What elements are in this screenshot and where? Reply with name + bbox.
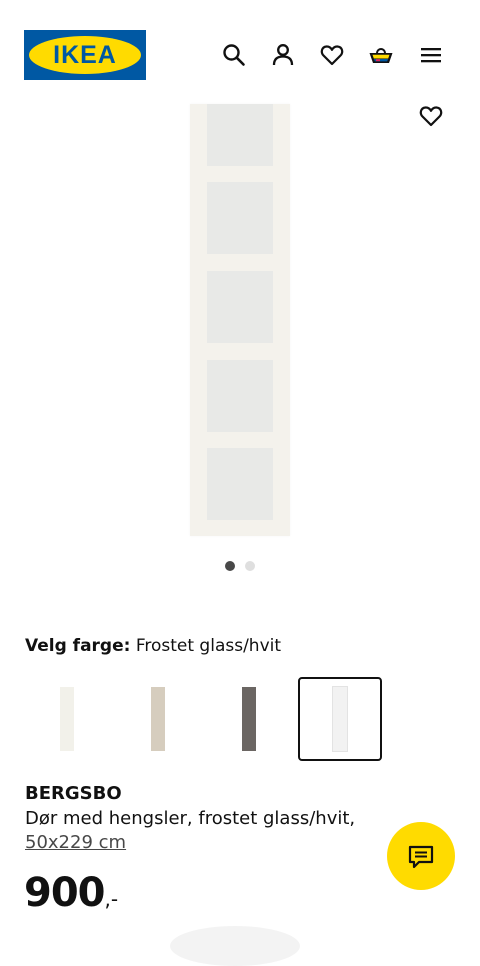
color-value: Frostet glass/hvit: [135, 636, 282, 656]
color-swatch[interactable]: [25, 677, 109, 761]
product-description: Dør med hengsler, frostet glass/hvit,: [25, 808, 356, 829]
glass-pane: [207, 360, 273, 432]
heart-icon[interactable]: [319, 42, 345, 68]
pagination-dot[interactable]: [245, 561, 255, 571]
glass-pane: [207, 448, 273, 520]
add-to-favourites-icon[interactable]: [418, 103, 444, 129]
pagination-dot-active[interactable]: [225, 561, 235, 571]
glass-pane: [207, 182, 273, 254]
product-name: BERGSBO: [25, 783, 122, 804]
price-value: 900: [24, 870, 105, 916]
basket-icon[interactable]: [368, 42, 394, 68]
swatch-door: [151, 687, 165, 751]
color-swatch-selected[interactable]: [298, 677, 382, 761]
search-icon[interactable]: [221, 42, 247, 68]
price-suffix: ,-: [104, 887, 119, 911]
glass-pane: [207, 104, 273, 166]
product-image[interactable]: [0, 100, 480, 540]
color-selector-label: Velg farge: Frostet glass/hvit: [25, 636, 281, 656]
bottom-bar-handle: [170, 926, 300, 966]
swatch-door: [332, 686, 348, 752]
logo-text: IKEA: [53, 41, 117, 69]
menu-icon[interactable]: [418, 42, 444, 68]
product-size-link[interactable]: 50x229 cm: [25, 832, 126, 853]
swatch-door: [60, 687, 74, 751]
glass-pane: [207, 271, 273, 343]
color-label: Velg farge:: [25, 636, 131, 656]
color-swatch[interactable]: [207, 677, 291, 761]
ikea-logo[interactable]: IKEA: [24, 30, 146, 80]
chat-icon: [408, 845, 434, 869]
door-illustration: [190, 104, 290, 536]
product-price: 900,-: [24, 870, 118, 916]
color-swatch[interactable]: [116, 677, 200, 761]
header: IKEA: [0, 0, 480, 100]
chat-button[interactable]: [387, 822, 455, 890]
swatch-door: [242, 687, 256, 751]
user-icon[interactable]: [270, 42, 296, 68]
